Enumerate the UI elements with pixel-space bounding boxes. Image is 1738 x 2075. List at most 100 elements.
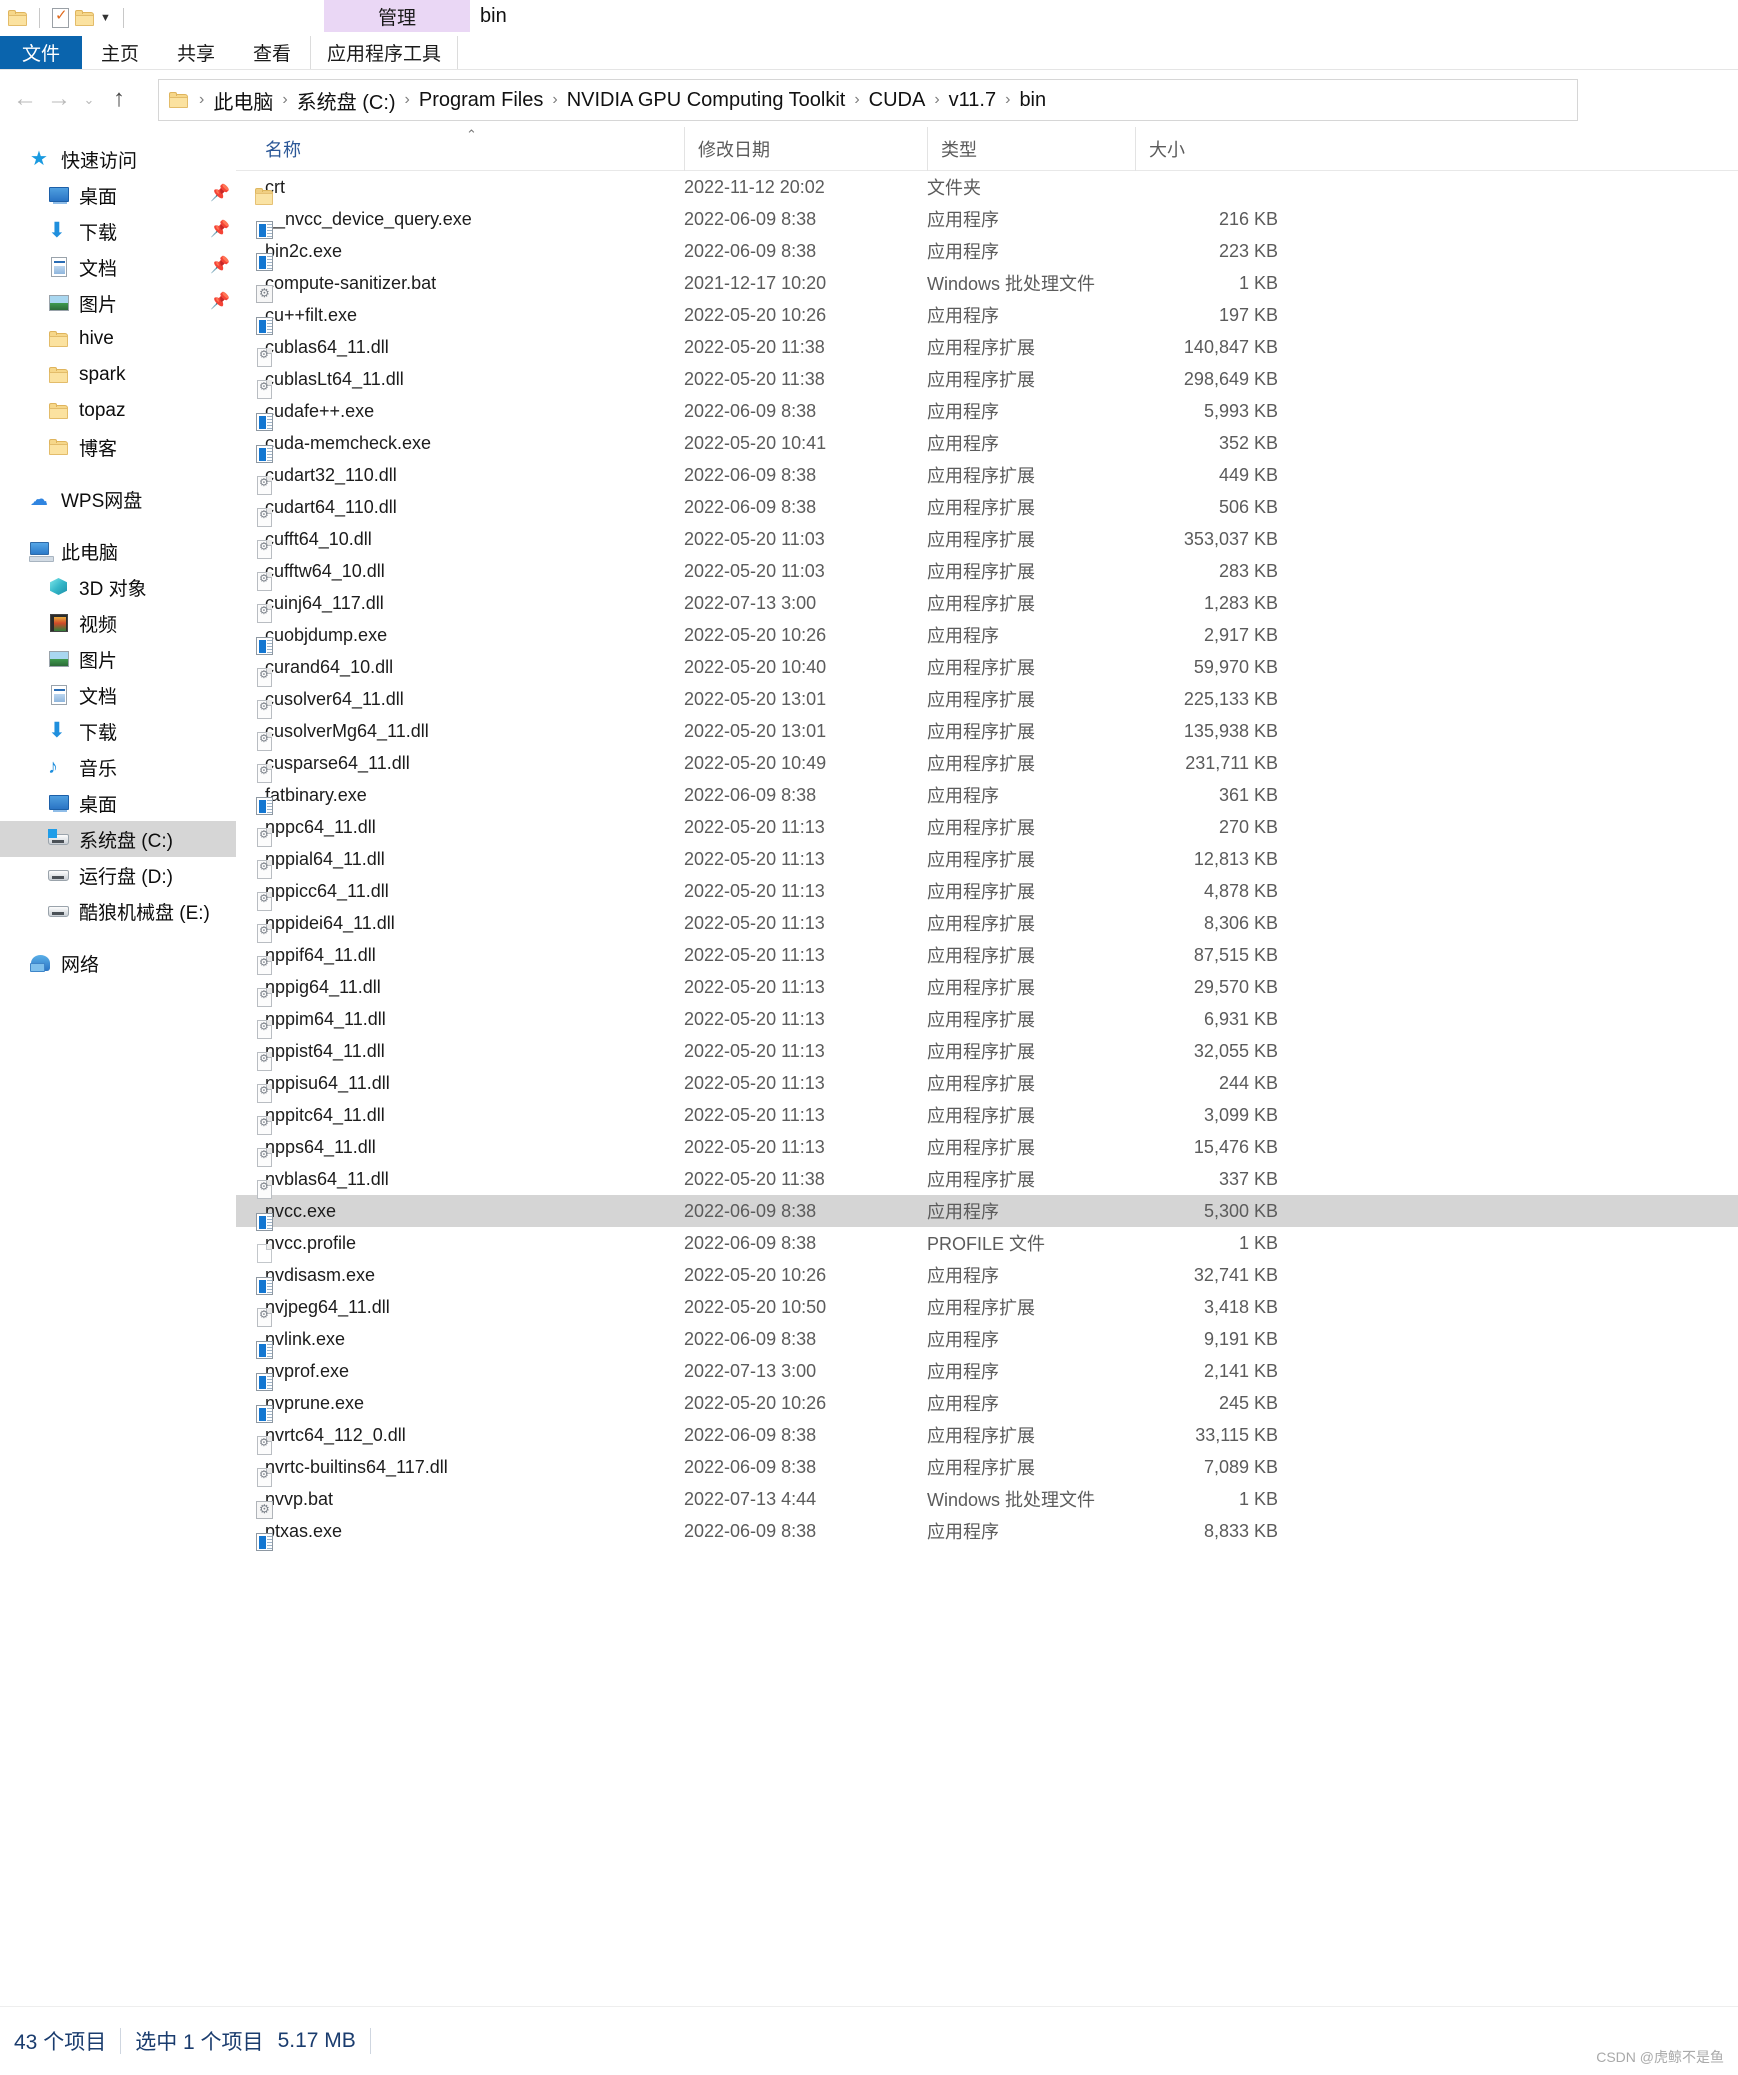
folder-icon (48, 328, 70, 350)
table-row[interactable]: cudart64_110.dll 2022-06-09 8:38 应用程序扩展 506… (236, 491, 1738, 527)
breadcrumb-item-nvidia-toolkit[interactable]: NVIDIA GPU Computing Toolkit (567, 89, 846, 112)
table-row[interactable]: nvcc.profile 2022-06-09 8:38 PROFILE 文件 1 K… (236, 1227, 1738, 1263)
sidebar-item-desktop-qa[interactable]: 桌面 📌 (0, 177, 236, 213)
table-row[interactable]: nppitc64_11.dll 2022-05-20 11:13 应用程序扩展 3,0… (236, 1099, 1738, 1135)
column-header-name[interactable]: ⌃ 名称 (236, 127, 684, 171)
table-row[interactable]: nppist64_11.dll 2022-05-20 11:13 应用程序扩展 32,… (236, 1035, 1738, 1071)
pin-icon[interactable]: 📌 (210, 258, 230, 276)
table-row[interactable]: bin2c.exe 2022-06-09 8:38 应用程序 223 KB (236, 235, 1738, 271)
tab-file[interactable]: 文件 (0, 36, 82, 69)
table-row[interactable]: nvprof.exe 2022-07-13 3:00 应用程序 2,141 KB (236, 1355, 1738, 1391)
breadcrumb-item-cuda[interactable]: CUDA (869, 89, 926, 112)
table-row[interactable]: nvvp.bat 2022-07-13 4:44 Windows 批处理文件 1 KB (236, 1483, 1738, 1519)
tab-share[interactable]: 共享 (158, 36, 234, 69)
table-row[interactable]: cusparse64_11.dll 2022-05-20 10:49 应用程序扩展 2… (236, 747, 1738, 783)
pin-icon[interactable]: 📌 (210, 294, 230, 312)
tab-home[interactable]: 主页 (82, 36, 158, 69)
recent-locations-button[interactable]: ⌄ (76, 82, 102, 116)
navigation-pane[interactable]: ★ 快速访问 桌面 📌 ⬇ 下载 📌 文档 📌 图片 📌 hive spark (0, 127, 236, 2006)
table-row[interactable]: npps64_11.dll 2022-05-20 11:13 应用程序扩展 15,47… (236, 1131, 1738, 1167)
pin-icon[interactable]: 📌 (210, 186, 230, 204)
sidebar-item-videos[interactable]: 视频 (0, 605, 236, 641)
tab-application-tools[interactable]: 应用程序工具 (310, 36, 459, 69)
table-row[interactable]: nppidei64_11.dll 2022-05-20 11:13 应用程序扩展 8,… (236, 907, 1738, 943)
table-row[interactable]: nvrtc64_112_0.dll 2022-06-09 8:38 应用程序扩展 33… (236, 1419, 1738, 1455)
breadcrumb-item-bin[interactable]: bin (1019, 89, 1046, 112)
sidebar-group-quick-access[interactable]: ★ 快速访问 (0, 141, 236, 177)
sidebar-group-network[interactable]: 网络 (0, 945, 236, 981)
sidebar-item-pictures[interactable]: 图片 (0, 641, 236, 677)
table-row[interactable]: nppig64_11.dll 2022-05-20 11:13 应用程序扩展 29,5… (236, 971, 1738, 1007)
breadcrumb-bar[interactable]: › 此电脑 › 系统盘 (C:) › Program Files › NVIDI… (158, 79, 1578, 121)
breadcrumb: › 此电脑 › 系统盘 (C:) › Program Files › NVIDI… (190, 86, 1046, 115)
back-button[interactable]: ← (8, 82, 42, 116)
cell-date-modified: 2022-05-20 10:49 (684, 752, 827, 773)
sidebar-item-downloads-qa[interactable]: ⬇ 下载 📌 (0, 213, 236, 249)
table-row[interactable]: curand64_10.dll 2022-05-20 10:40 应用程序扩展 59,… (236, 651, 1738, 687)
sidebar-item-downloads[interactable]: ⬇ 下载 (0, 713, 236, 749)
new-folder-icon[interactable] (75, 10, 94, 26)
table-row[interactable]: cublasLt64_11.dll 2022-05-20 11:38 应用程序扩展 2… (236, 363, 1738, 399)
sidebar-group-wps-cloud[interactable]: ☁ WPS网盘 (0, 481, 236, 517)
table-row[interactable]: nvcc.exe 2022-06-09 8:38 应用程序 5,300 KB (236, 1195, 1738, 1231)
breadcrumb-item-v117[interactable]: v11.7 (949, 89, 996, 112)
forward-button[interactable]: → (42, 82, 76, 116)
table-row[interactable]: nppc64_11.dll 2022-05-20 11:13 应用程序扩展 270 K… (236, 811, 1738, 847)
file-list-pane[interactable]: ⌃ 名称 修改日期 类型 大小 crt 2022-11-12 20:02 文件夹 __… (236, 127, 1738, 2006)
sidebar-item-music[interactable]: ♪ 音乐 (0, 749, 236, 785)
breadcrumb-item-this-pc[interactable]: 此电脑 (213, 86, 273, 115)
sidebar-item-3d-objects[interactable]: 3D 对象 (0, 569, 236, 605)
sidebar-item-drive-e[interactable]: 酷狼机械盘 (E:) (0, 893, 236, 929)
tab-view[interactable]: 查看 (234, 36, 310, 69)
table-row[interactable]: nppicc64_11.dll 2022-05-20 11:13 应用程序扩展 4,8… (236, 875, 1738, 911)
table-row[interactable]: nppisu64_11.dll 2022-05-20 11:13 应用程序扩展 244… (236, 1067, 1738, 1103)
sidebar-item-desktop[interactable]: 桌面 (0, 785, 236, 821)
table-row[interactable]: nppim64_11.dll 2022-05-20 11:13 应用程序扩展 6,93… (236, 1003, 1738, 1039)
sidebar-item-documents-qa[interactable]: 文档 📌 (0, 249, 236, 285)
sidebar-item-documents[interactable]: 文档 (0, 677, 236, 713)
table-row[interactable]: cuda-memcheck.exe 2022-05-20 10:41 应用程序 352… (236, 427, 1738, 463)
table-row[interactable]: cudafe++.exe 2022-06-09 8:38 应用程序 5,993 KB (236, 395, 1738, 431)
breadcrumb-item-program-files[interactable]: Program Files (419, 89, 543, 112)
sidebar-item-hive[interactable]: hive (0, 321, 236, 357)
sidebar-item-drive-d[interactable]: 运行盘 (D:) (0, 857, 236, 893)
properties-icon[interactable] (52, 6, 69, 28)
table-row[interactable]: cuobjdump.exe 2022-05-20 10:26 应用程序 2,917 K… (236, 619, 1738, 655)
table-row[interactable]: nvprune.exe 2022-05-20 10:26 应用程序 245 KB (236, 1387, 1738, 1423)
table-row[interactable]: cu++filt.exe 2022-05-20 10:26 应用程序 197 KB (236, 299, 1738, 335)
pin-icon[interactable]: 📌 (210, 222, 230, 240)
table-row[interactable]: cublas64_11.dll 2022-05-20 11:38 应用程序扩展 140… (236, 331, 1738, 367)
up-button[interactable]: ↑ (102, 82, 136, 116)
table-row[interactable]: ptxas.exe 2022-06-09 8:38 应用程序 8,833 KB (236, 1515, 1738, 1551)
customize-dropdown-icon[interactable]: ▼ (100, 12, 111, 24)
table-row[interactable]: nvdisasm.exe 2022-05-20 10:26 应用程序 32,741 K… (236, 1259, 1738, 1295)
sidebar-item-topaz[interactable]: topaz (0, 393, 236, 429)
column-header-type[interactable]: 类型 (927, 127, 1135, 171)
cell-size: 225,133 KB (1183, 688, 1278, 709)
table-row[interactable]: __nvcc_device_query.exe 2022-06-09 8:38 应用… (236, 203, 1738, 239)
column-header-size[interactable]: 大小 (1135, 127, 1300, 171)
table-row[interactable]: cusolverMg64_11.dll 2022-05-20 13:01 应用程序扩… (236, 715, 1738, 751)
column-header-date-modified[interactable]: 修改日期 (684, 127, 927, 171)
sidebar-group-this-pc[interactable]: 此电脑 (0, 533, 236, 569)
table-row[interactable]: cudart32_110.dll 2022-06-09 8:38 应用程序扩展 449… (236, 459, 1738, 495)
sidebar-item-spark[interactable]: spark (0, 357, 236, 393)
table-row[interactable]: nvlink.exe 2022-06-09 8:38 应用程序 9,191 KB (236, 1323, 1738, 1359)
table-row[interactable]: nvjpeg64_11.dll 2022-05-20 10:50 应用程序扩展 3,4… (236, 1291, 1738, 1327)
table-row[interactable]: fatbinary.exe 2022-06-09 8:38 应用程序 361 KB (236, 779, 1738, 815)
table-row[interactable]: nppif64_11.dll 2022-05-20 11:13 应用程序扩展 87,5… (236, 939, 1738, 975)
breadcrumb-item-c-drive[interactable]: 系统盘 (C:) (297, 86, 396, 115)
folder-icon[interactable] (8, 10, 27, 26)
table-row[interactable]: crt 2022-11-12 20:02 文件夹 (236, 171, 1738, 205)
table-row[interactable]: cusolver64_11.dll 2022-05-20 13:01 应用程序扩展 2… (236, 683, 1738, 719)
table-row[interactable]: nvrtc-builtins64_117.dll 2022-06-09 8:38 应… (236, 1451, 1738, 1487)
sidebar-item-pictures-qa[interactable]: 图片 📌 (0, 285, 236, 321)
table-row[interactable]: cuinj64_117.dll 2022-07-13 3:00 应用程序扩展 1,28… (236, 587, 1738, 623)
table-row[interactable]: cufft64_10.dll 2022-05-20 11:03 应用程序扩展 353,… (236, 523, 1738, 559)
table-row[interactable]: nppial64_11.dll 2022-05-20 11:13 应用程序扩展 12,… (236, 843, 1738, 879)
table-row[interactable]: compute-sanitizer.bat 2021-12-17 10:20 Win… (236, 267, 1738, 303)
sidebar-item-blog[interactable]: 博客 (0, 429, 236, 465)
table-row[interactable]: nvblas64_11.dll 2022-05-20 11:38 应用程序扩展 337… (236, 1163, 1738, 1199)
sidebar-item-system-drive-c[interactable]: 系统盘 (C:) (0, 821, 236, 857)
table-row[interactable]: cufftw64_10.dll 2022-05-20 11:03 应用程序扩展 283… (236, 555, 1738, 591)
